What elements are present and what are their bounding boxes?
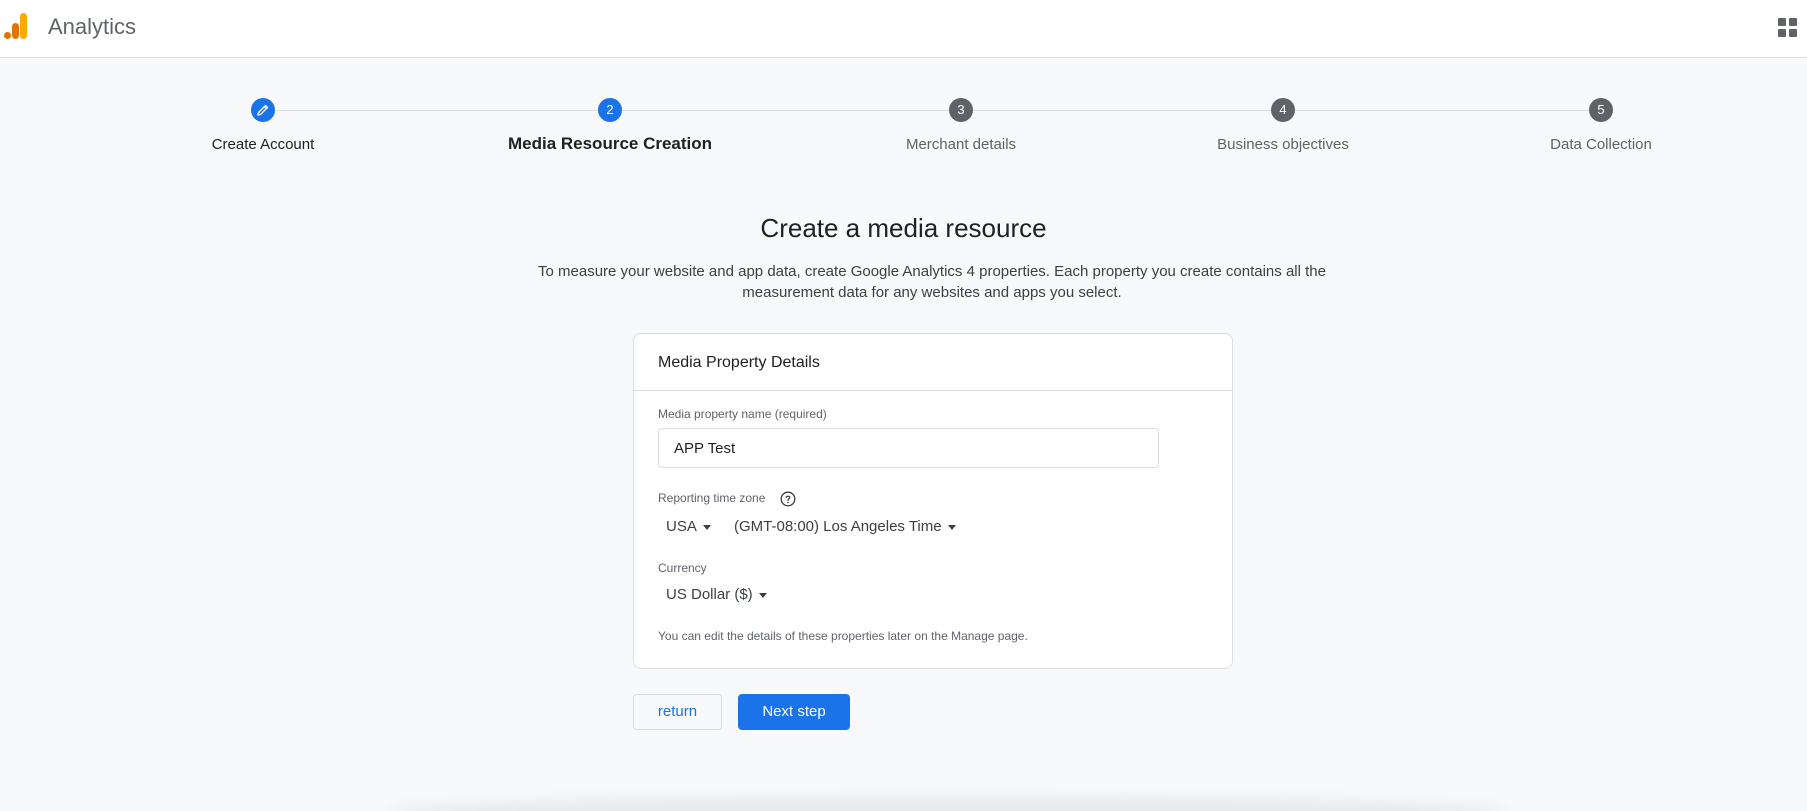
step-media-resource-creation[interactable]: 2 Media Resource Creation [460,98,760,154]
analytics-logo-icon[interactable] [3,12,31,40]
apps-grid-icon[interactable] [1778,18,1798,38]
country-value: USA [666,518,697,535]
top-app-bar: Analytics [0,0,1807,58]
step-create-account[interactable]: Create Account [113,98,413,153]
step-merchant-details[interactable]: 3 Merchant details [811,98,1111,153]
media-property-details-card: Media Property Details Media property na… [633,333,1233,669]
step-number: 4 [1271,98,1295,122]
pencil-icon [257,104,269,116]
step-label: Media Resource Creation [507,134,713,153]
stepper: Create Account 2 Media Resource Creation… [0,98,1807,168]
page-title: Create a media resource [760,213,1047,243]
country-select[interactable]: USA [666,518,711,535]
chevron-down-icon [947,524,956,530]
timezone-label: Reporting time zone [658,491,766,505]
card-title: Media Property Details [634,334,1232,391]
helper-note: You can edit the details of these proper… [658,629,1028,643]
next-step-button[interactable]: Next step [738,694,850,730]
step-number: 5 [1589,98,1613,122]
step-label: Data Collection [1550,136,1652,153]
step-number: 2 [598,98,622,122]
chevron-down-icon [702,524,711,530]
chevron-down-icon [758,592,767,598]
app-title: Analytics [48,14,137,39]
step-business-objectives[interactable]: 4 Business objectives [1133,98,1433,153]
help-icon[interactable] [780,491,796,507]
step-circle [251,98,275,122]
step-label: Merchant details [905,136,1017,153]
return-button[interactable]: return [633,694,722,730]
bottom-shadow [388,796,1508,811]
currency-select[interactable]: US Dollar ($) [666,586,767,603]
step-data-collection[interactable]: 5 Data Collection [1451,98,1751,153]
timezone-value: (GMT-08:00) Los Angeles Time [734,518,942,535]
currency-value: US Dollar ($) [666,586,753,603]
property-name-input[interactable] [658,428,1159,468]
step-number: 3 [949,98,973,122]
timezone-select[interactable]: (GMT-08:00) Los Angeles Time [734,518,956,535]
property-name-label: Media property name (required) [658,407,827,421]
step-label: Business objectives [1217,136,1349,153]
step-label: Create Account [211,136,315,153]
page-description: To measure your website and app data, cr… [538,263,1326,301]
currency-label: Currency [658,561,707,575]
